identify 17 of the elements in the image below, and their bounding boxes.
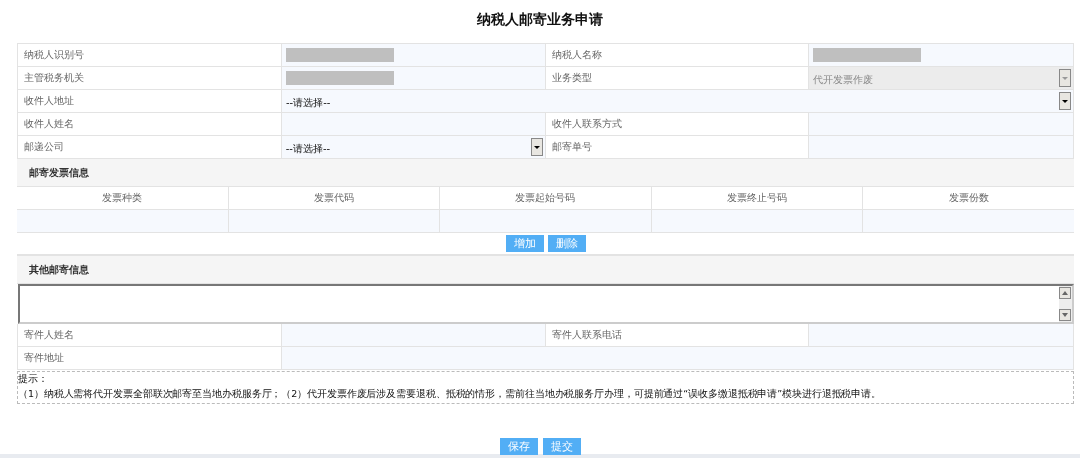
section-title: 其他邮寄信息 [29,262,89,277]
action-button[interactable]: 增加 [505,235,544,252]
scroll-down-icon[interactable] [1059,309,1071,321]
column-header: 发票起始号码 [440,187,652,209]
action-button[interactable]: 保存 [499,438,538,455]
column-header: 发票份数 [947,191,990,205]
action-button[interactable]: 删除 [547,235,586,252]
column-header: 发票终止号码 [651,187,864,209]
scroll-up-icon[interactable] [1059,287,1071,299]
tip-text: （1）纳税人需将代开发票全部联次邮寄至当地办税服务厅；（2）代开发票作废后涉及需要退税、抵税的情形，需前往当地办税服务厅办理，可提前通过“误收多缴退抵税申请”模块进行退抵税申请。 [18,387,883,401]
column-header: 发票种类 [17,187,229,209]
section-title: 邮寄发票信息 [29,165,89,180]
page-title: 纳税人邮寄业务申请 [476,10,604,29]
tip-heading: 提示： [18,372,49,385]
text-area[interactable] [18,284,1074,324]
action-button[interactable]: 提交 [542,438,581,455]
column-header: 发票代码 [228,187,441,209]
